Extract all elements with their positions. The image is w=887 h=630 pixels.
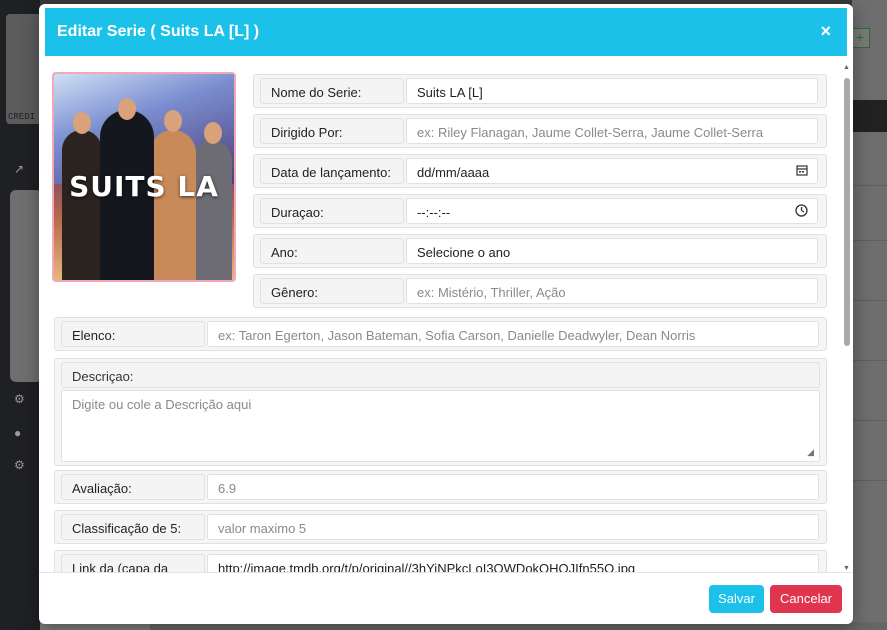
background-divider xyxy=(852,480,887,481)
scrollbar-thumb[interactable] xyxy=(844,78,850,346)
descricao-textarea[interactable] xyxy=(61,390,820,462)
avaliacao-input[interactable]: 6.9 xyxy=(207,474,819,500)
data-value: dd/mm/aaaa xyxy=(417,165,490,180)
background-add-icon: + xyxy=(850,28,870,48)
background-divider xyxy=(852,300,887,301)
background-right-panel xyxy=(852,0,887,630)
classificacao-input[interactable]: valor maximo 5 xyxy=(207,514,819,540)
gears-icon: ⚙ xyxy=(14,392,25,406)
genero-input[interactable]: ex: Mistério, Thriller, Ação xyxy=(406,278,818,304)
link-input[interactable]: http://image.tmdb.org/t/p/original//3hYi… xyxy=(207,554,819,572)
dirigido-label: Dirigido Por: xyxy=(260,118,404,144)
field-row-classificacao: Classificação de 5: valor maximo 5 xyxy=(54,510,827,544)
poster-head xyxy=(204,122,222,144)
field-row-elenco: Elenco: ex: Taron Egerton, Jason Bateman… xyxy=(54,317,827,351)
modal-header: Editar Serie ( Suits LA [L] ) × xyxy=(45,8,847,56)
elenco-label: Elenco: xyxy=(61,321,205,347)
cancel-button[interactable]: Cancelar xyxy=(770,585,842,613)
classificacao-label: Classificação de 5: xyxy=(61,514,205,540)
nome-label: Nome do Serie: xyxy=(260,78,404,104)
clock-icon[interactable] xyxy=(795,204,808,220)
poster-head xyxy=(164,110,182,132)
background-divider xyxy=(852,240,887,241)
poster-head xyxy=(118,98,136,120)
background-divider xyxy=(852,185,887,186)
genero-label: Gênero: xyxy=(260,278,404,304)
dirigido-input[interactable]: ex: Riley Flanagan, Jaume Collet-Serra, … xyxy=(406,118,818,144)
background-credit-label: CREDI xyxy=(8,112,36,122)
field-row-dirigido: Dirigido Por: ex: Riley Flanagan, Jaume … xyxy=(253,114,827,148)
scroll-down-icon[interactable]: ▼ xyxy=(843,565,850,572)
ano-label: Ano: xyxy=(260,238,404,264)
data-input[interactable]: dd/mm/aaaa xyxy=(406,158,818,184)
resize-grip-icon[interactable]: ◢ xyxy=(807,447,814,458)
poster-figure xyxy=(62,130,102,280)
elenco-input[interactable]: ex: Taron Egerton, Jason Bateman, Sofia … xyxy=(207,321,819,347)
duracao-input[interactable]: --:--:-- xyxy=(406,198,818,224)
avaliacao-label: Avaliação: xyxy=(61,474,205,500)
edit-series-modal: Editar Serie ( Suits LA [L] ) × SUITS LA… xyxy=(39,4,853,624)
modal-title: Editar Serie ( Suits LA [L] ) xyxy=(57,23,260,40)
field-row-avaliacao: Avaliação: 6.9 xyxy=(54,470,827,504)
poster-head xyxy=(73,112,91,134)
settings-icon: ⚙ xyxy=(14,458,25,472)
field-row-link: Link da (capa da Serie): http://image.tm… xyxy=(54,550,827,572)
descricao-label: Descriçao: xyxy=(61,362,820,388)
background-divider xyxy=(852,360,887,361)
duracao-value: --:--:-- xyxy=(417,205,451,220)
background-dark-block xyxy=(852,100,887,132)
save-button[interactable]: Salvar xyxy=(709,585,764,613)
poster-figure xyxy=(150,130,196,280)
field-row-nome: Nome do Serie: Suits LA [L] xyxy=(253,74,827,108)
poster-figure xyxy=(192,140,232,280)
calendar-icon[interactable] xyxy=(796,164,808,179)
nome-input[interactable]: Suits LA [L] xyxy=(406,78,818,104)
duracao-label: Duraçao: xyxy=(260,198,404,224)
data-label: Data de lançamento: xyxy=(260,158,404,184)
field-row-ano: Ano: Selecione o ano xyxy=(253,234,827,268)
modal-scrollbar[interactable]: ▲ ▼ xyxy=(842,62,852,572)
field-row-data: Data de lançamento: dd/mm/aaaa xyxy=(253,154,827,188)
chart-icon: ↗ xyxy=(14,162,25,176)
close-button[interactable]: × xyxy=(820,20,831,42)
modal-body: SUITS LA Nome do Serie: Suits LA [L] Dir… xyxy=(39,60,853,572)
users-icon: ● xyxy=(14,426,22,440)
scroll-up-icon[interactable]: ▲ xyxy=(843,64,850,71)
modal-footer: Salvar Cancelar xyxy=(39,572,853,624)
poster-logo-text: SUITS LA xyxy=(69,170,219,203)
ano-select[interactable]: Selecione o ano xyxy=(406,238,818,264)
field-row-genero: Gênero: ex: Mistério, Thriller, Ação xyxy=(253,274,827,308)
link-label: Link da (capa da Serie): xyxy=(61,554,205,572)
background-card xyxy=(6,14,42,124)
field-row-duracao: Duraçao: --:--:-- xyxy=(253,194,827,228)
background-menu-panel xyxy=(10,190,42,382)
field-row-descricao: Descriçao: ◢ xyxy=(54,358,827,466)
background-divider xyxy=(852,420,887,421)
series-poster-image: SUITS LA xyxy=(52,72,236,282)
